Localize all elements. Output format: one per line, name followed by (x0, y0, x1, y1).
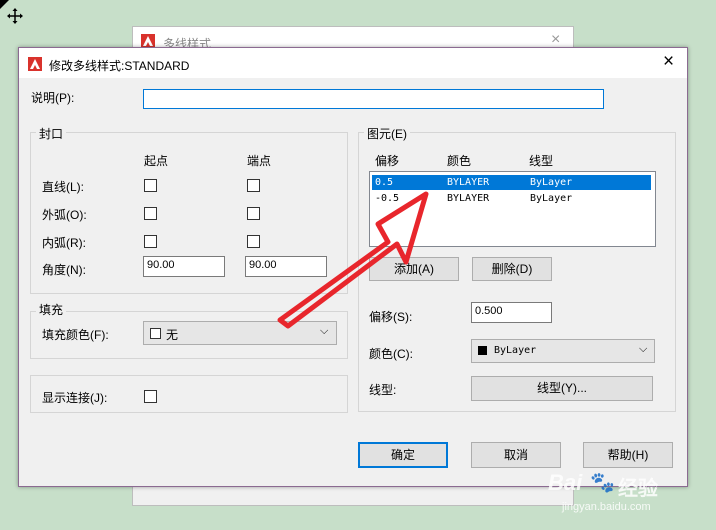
annotation-arrow (277, 191, 429, 329)
offset-input[interactable]: 0.500 (471, 302, 552, 323)
outer-arc-end-checkbox[interactable] (247, 207, 260, 220)
color-select[interactable]: ByLayer ⌵ (471, 339, 655, 363)
caps-start-header: 起点 (144, 154, 169, 168)
line-start-checkbox[interactable] (144, 179, 157, 192)
watermark-brand: Bai (548, 470, 583, 495)
cancel-button[interactable]: 取消 (471, 442, 561, 468)
dialog-title: 修改多线样式:STANDARD (49, 59, 190, 73)
angle-label: 角度(N): (42, 263, 86, 277)
watermark-brand2: 经验 (618, 478, 658, 500)
fill-color-swatch (150, 328, 161, 339)
watermark-url: jingyan.baidu.com (562, 501, 651, 513)
color-swatch (478, 346, 487, 355)
description-input[interactable] (143, 89, 604, 109)
linetype-label: 线型: (369, 383, 397, 397)
chevron-down-icon: ⌵ (639, 343, 648, 355)
element-linetype: ByLayer (530, 193, 573, 204)
element-linetype: ByLayer (530, 177, 573, 188)
description-label: 说明(P): (31, 91, 75, 105)
color-value: ByLayer (494, 345, 537, 356)
dialog-titlebar: 修改多线样式:STANDARD × (19, 48, 687, 78)
color-label: 颜色(C): (369, 347, 413, 361)
help-button[interactable]: 帮助(H) (583, 442, 673, 468)
outer-arc-start-checkbox[interactable] (144, 207, 157, 220)
fill-color-label: 填充颜色(F): (42, 328, 109, 342)
show-joints-checkbox[interactable] (144, 390, 157, 403)
move-cursor-icon (0, 0, 24, 24)
show-joints-label: 显示连接(J): (42, 391, 108, 405)
autocad-logo-icon (28, 57, 42, 71)
line-label: 直线(L): (42, 180, 85, 194)
linetype-button[interactable]: 线型(Y)... (471, 376, 653, 401)
paw-icon: 🐾 (590, 472, 615, 494)
autocad-logo-icon (141, 34, 155, 48)
element-color: BYLAYER (447, 177, 490, 188)
element-color: BYLAYER (447, 193, 490, 204)
elements-header-offset: 偏移 (375, 154, 400, 168)
ok-button[interactable]: 确定 (358, 442, 448, 468)
caps-group-label: 封口 (36, 125, 67, 142)
baidu-watermark: Bai 🐾 经验 jingyan.baidu.com (548, 468, 708, 524)
fill-group-label: 填充 (36, 301, 67, 318)
inner-arc-end-checkbox[interactable] (247, 235, 260, 248)
angle-start-input[interactable]: 90.00 (143, 256, 225, 277)
elements-group-label: 图元(E) (364, 125, 410, 142)
inner-arc-label: 内弧(R): (42, 236, 86, 250)
fill-color-value: 无 (166, 328, 179, 342)
close-icon[interactable]: × (663, 52, 674, 71)
delete-button[interactable]: 删除(D) (472, 257, 552, 281)
elements-header-color: 颜色 (447, 154, 472, 168)
elements-header-linetype: 线型 (529, 154, 554, 168)
caps-end-header: 端点 (247, 154, 272, 168)
inner-arc-start-checkbox[interactable] (144, 235, 157, 248)
line-end-checkbox[interactable] (247, 179, 260, 192)
outer-arc-label: 外弧(O): (42, 208, 87, 222)
